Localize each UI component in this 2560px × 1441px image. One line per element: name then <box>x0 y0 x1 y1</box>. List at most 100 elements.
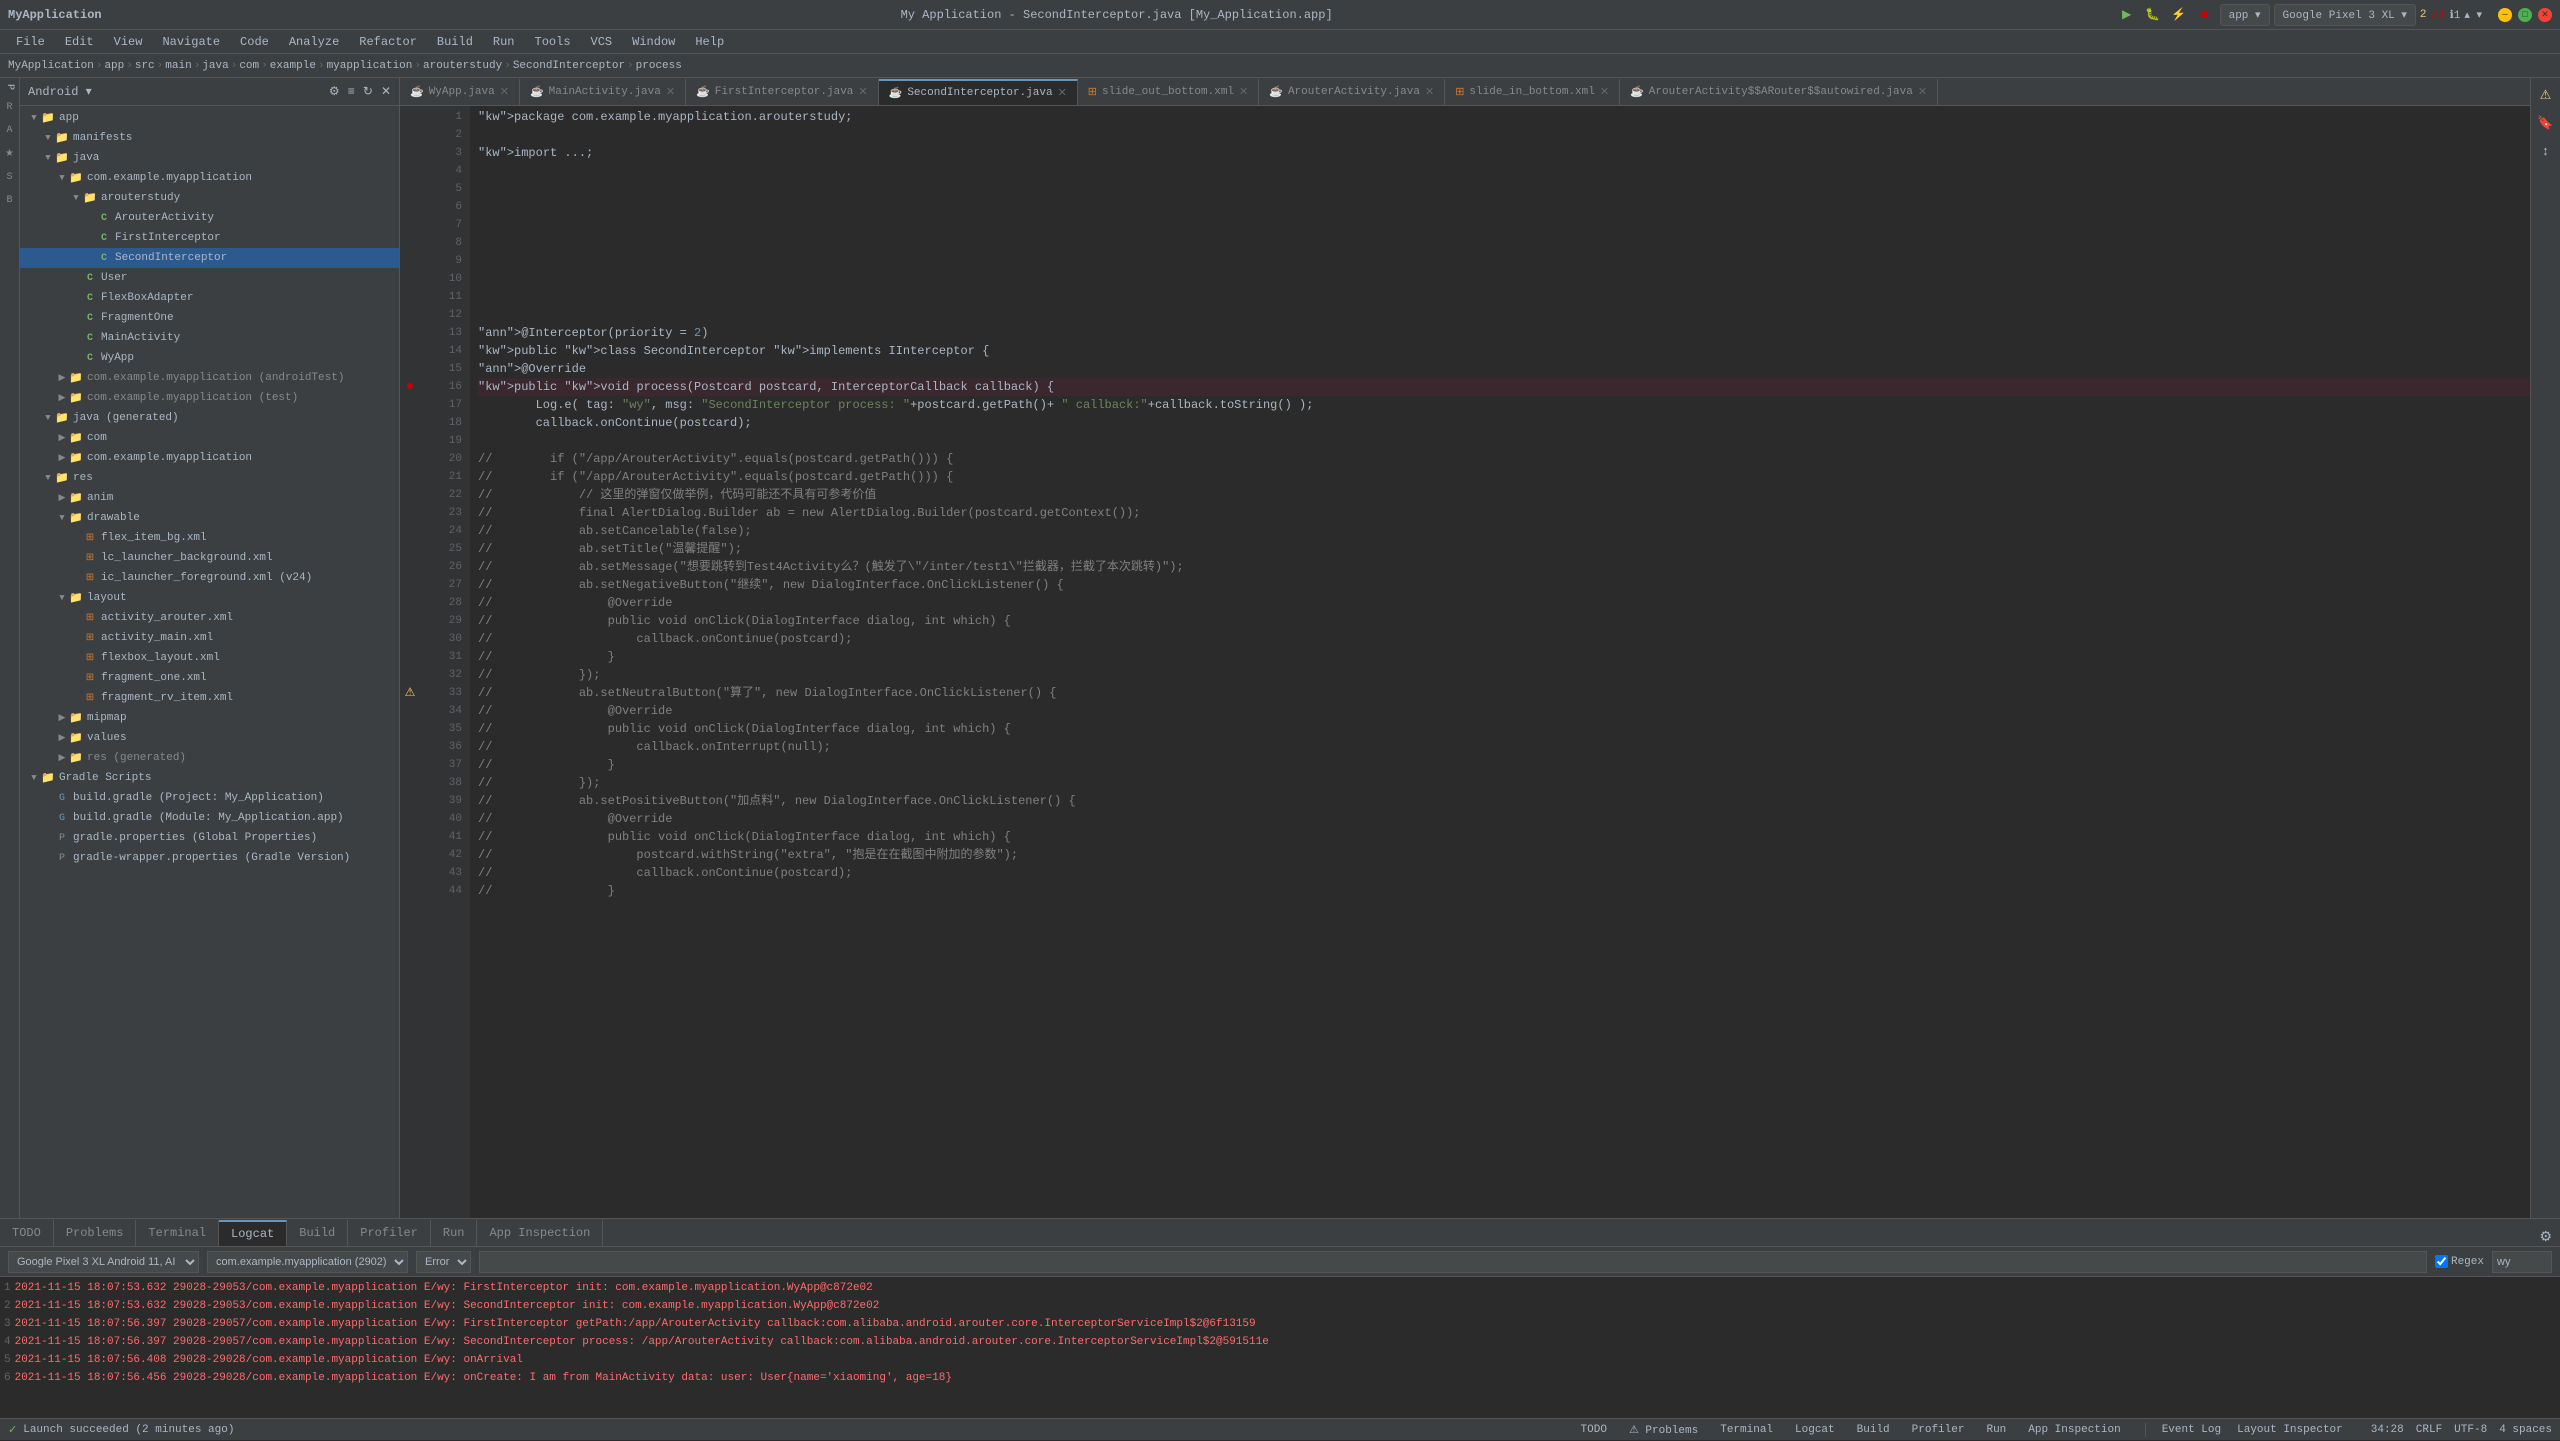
layout-inspector[interactable]: Layout Inspector <box>2237 1424 2343 1436</box>
bottom-tab-todo[interactable]: TODO <box>0 1220 54 1246</box>
close-arouter-tab[interactable]: ✕ <box>1425 85 1434 99</box>
minimize-button[interactable]: ─ <box>2498 8 2512 22</box>
device-dropdown[interactable]: Google Pixel 3 XL Android 11, AI <box>8 1251 199 1273</box>
tree-item[interactable]: ▶📁values <box>20 728 399 748</box>
tree-item[interactable]: CMainActivity <box>20 328 399 348</box>
tab-autowired[interactable]: ☕ ArouterActivity$$ARouter$$autowired.ja… <box>1620 79 1938 105</box>
tree-item[interactable]: CWyApp <box>20 348 399 368</box>
tree-item[interactable]: ▼📁app <box>20 108 399 128</box>
tree-item[interactable]: ▼📁res <box>20 468 399 488</box>
breadcrumb-java[interactable]: java <box>202 60 228 72</box>
tree-item[interactable]: Pgradle.properties (Global Properties) <box>20 828 399 848</box>
breadcrumb-example[interactable]: example <box>270 60 316 72</box>
close-firstinterceptor-tab[interactable]: ✕ <box>858 85 867 99</box>
menu-code[interactable]: Code <box>232 33 277 51</box>
left-tab-resource[interactable]: R <box>0 96 20 119</box>
notification-warning[interactable]: 2 <box>2420 9 2427 21</box>
stop-icon[interactable]: ■ <box>2194 4 2216 26</box>
close-slideout-tab[interactable]: ✕ <box>1239 85 1248 99</box>
device-name[interactable]: Google Pixel 3 XL ▾ <box>2274 4 2416 26</box>
tree-item[interactable]: ⊞activity_arouter.xml <box>20 608 399 628</box>
sidebar-view-selector[interactable]: Android ▾ <box>28 84 92 99</box>
bottom-tab-appinspection[interactable]: App Inspection <box>477 1220 603 1246</box>
tree-item[interactable]: ▼📁arouterstudy <box>20 188 399 208</box>
indent[interactable]: 4 spaces <box>2499 1424 2552 1436</box>
tree-item[interactable]: Gbuild.gradle (Project: My_Application) <box>20 788 399 808</box>
tree-item[interactable]: ▼📁drawable <box>20 508 399 528</box>
tree-item[interactable]: CSecondInterceptor <box>20 248 399 268</box>
todo-tab[interactable]: TODO <box>1573 1419 1615 1441</box>
right-tool-bookmark[interactable]: 🔖 <box>2533 110 2559 136</box>
build-tab[interactable]: Build <box>1849 1419 1898 1441</box>
close-secondinterceptor-tab[interactable]: ✕ <box>1058 86 1067 100</box>
tree-item[interactable]: ▼📁java (generated) <box>20 408 399 428</box>
tab-mainactivity[interactable]: ☕ MainActivity.java ✕ <box>520 79 686 105</box>
breadcrumb-process[interactable]: process <box>636 60 682 72</box>
tree-item[interactable]: ▼📁Gradle Scripts <box>20 768 399 788</box>
tree-item[interactable]: ▶📁anim <box>20 488 399 508</box>
tree-item[interactable]: ▶📁com.example.myapplication (test) <box>20 388 399 408</box>
tree-item[interactable]: CFragmentOne <box>20 308 399 328</box>
regex-checkbox[interactable]: Regex <box>2435 1255 2484 1268</box>
tree-item[interactable]: ▶📁mipmap <box>20 708 399 728</box>
bottom-tab-logcat[interactable]: Logcat <box>219 1220 287 1246</box>
tab-slide-out[interactable]: ⊞ slide_out_bottom.xml ✕ <box>1078 79 1259 105</box>
tree-item[interactable]: ▶📁com.example.myapplication <box>20 448 399 468</box>
sidebar-close-icon[interactable]: ✕ <box>381 84 391 99</box>
close-wyapp-tab[interactable]: ✕ <box>500 85 509 99</box>
bottom-tab-profiler[interactable]: Profiler <box>348 1220 431 1246</box>
menu-edit[interactable]: Edit <box>57 33 102 51</box>
logcat-tab[interactable]: Logcat <box>1787 1419 1843 1441</box>
bottom-tab-problems[interactable]: Problems <box>54 1220 137 1246</box>
breadcrumb-myapplication2[interactable]: myapplication <box>327 60 413 72</box>
tab-wyapp[interactable]: ☕ WyApp.java ✕ <box>400 79 520 105</box>
sidebar-settings-icon[interactable]: ⚙ <box>329 84 340 99</box>
tree-item[interactable]: ▶📁com <box>20 428 399 448</box>
tree-item[interactable]: ⊞fragment_rv_item.xml <box>20 688 399 708</box>
logcat-search-input[interactable] <box>479 1251 2427 1273</box>
code-editor[interactable]: ●⚠ 1234567891011121314151617181920212223… <box>400 106 2530 1218</box>
tree-item[interactable]: Pgradle-wrapper.properties (Gradle Versi… <box>20 848 399 868</box>
tree-item[interactable]: ▼📁manifests <box>20 128 399 148</box>
breadcrumb-secondinterceptor[interactable]: SecondInterceptor <box>513 60 625 72</box>
tree-item[interactable]: ⊞activity_main.xml <box>20 628 399 648</box>
menu-window[interactable]: Window <box>624 33 683 51</box>
tree-item[interactable]: Gbuild.gradle (Module: My_Application.ap… <box>20 808 399 828</box>
sidebar-collapse-icon[interactable]: ≡ <box>348 85 355 99</box>
menu-view[interactable]: View <box>106 33 151 51</box>
menu-navigate[interactable]: Navigate <box>154 33 228 51</box>
profiler-tab[interactable]: Profiler <box>1904 1419 1973 1441</box>
menu-vcs[interactable]: VCS <box>583 33 621 51</box>
tree-item[interactable]: CUser <box>20 268 399 288</box>
problems-tab[interactable]: ⚠ Problems <box>1621 1419 1706 1441</box>
breadcrumb-app[interactable]: app <box>104 60 124 72</box>
menu-file[interactable]: File <box>8 33 53 51</box>
menu-build[interactable]: Build <box>429 33 481 51</box>
tree-item[interactable]: CArouterActivity <box>20 208 399 228</box>
tab-secondinterceptor[interactable]: ☕ SecondInterceptor.java ✕ <box>879 79 1078 105</box>
bottom-tab-run[interactable]: Run <box>431 1220 478 1246</box>
tree-item[interactable]: ⊞flex_item_bg.xml <box>20 528 399 548</box>
breadcrumb-src[interactable]: src <box>135 60 155 72</box>
maximize-button[interactable]: □ <box>2518 8 2532 22</box>
package-dropdown[interactable]: com.example.myapplication (2902) <box>207 1251 408 1273</box>
attach-icon[interactable]: ⚡ <box>2168 4 2190 26</box>
right-tool-notifications[interactable]: ⚠ <box>2533 82 2559 108</box>
code-content-area[interactable]: "kw">package com.example.myapplication.a… <box>470 106 2530 1218</box>
app-inspection-tab[interactable]: App Inspection <box>2020 1419 2128 1441</box>
breadcrumb-com[interactable]: com <box>239 60 259 72</box>
close-mainactivity-tab[interactable]: ✕ <box>666 85 675 99</box>
filter-input[interactable] <box>2492 1251 2552 1273</box>
tab-firstinterceptor[interactable]: ☕ FirstInterceptor.java ✕ <box>686 79 879 105</box>
tree-item[interactable]: ▶📁com.example.myapplication (androidTest… <box>20 368 399 388</box>
bottom-tab-build[interactable]: Build <box>287 1220 348 1246</box>
left-tab-favorites[interactable]: ★ <box>0 142 20 166</box>
encoding[interactable]: UTF-8 <box>2454 1424 2487 1436</box>
breadcrumb-arouterstudy[interactable]: arouterstudy <box>423 60 502 72</box>
left-tab-project[interactable]: P <box>0 78 20 96</box>
tab-slide-in[interactable]: ⊞ slide_in_bottom.xml ✕ <box>1445 79 1620 105</box>
notification-error[interactable]: △1 <box>2431 8 2446 22</box>
run-tab[interactable]: Run <box>1978 1419 2014 1441</box>
breadcrumb-myapplication[interactable]: MyApplication <box>8 60 94 72</box>
line-ending[interactable]: CRLF <box>2416 1424 2442 1436</box>
